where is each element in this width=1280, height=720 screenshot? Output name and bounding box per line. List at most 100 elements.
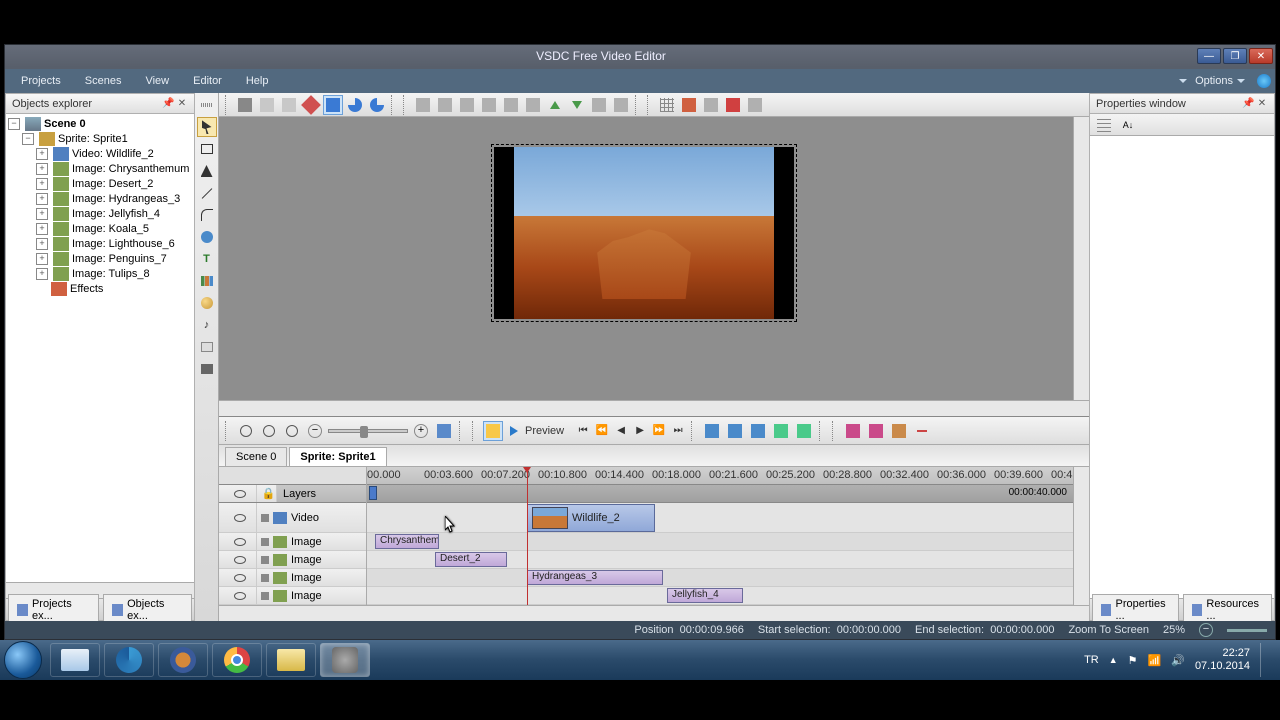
align-middle-icon[interactable] — [501, 95, 521, 115]
status-zoom-out-icon[interactable]: − — [1199, 623, 1213, 637]
align-left-icon[interactable] — [413, 95, 433, 115]
grid-icon[interactable] — [657, 95, 677, 115]
zoom-slider[interactable] — [328, 429, 408, 433]
track-area[interactable]: 00.00000:03.60000:07.20000:10.80000:14.4… — [367, 467, 1073, 605]
zoom-in-icon[interactable] — [236, 421, 256, 441]
track-visibility-icon[interactable] — [219, 587, 257, 604]
start-button[interactable] — [4, 641, 42, 679]
menu-editor[interactable]: Editor — [181, 71, 234, 91]
step-back-icon[interactable]: ◀ — [613, 423, 629, 439]
taskbar-vsdc[interactable] — [320, 643, 370, 677]
lock-col-icon[interactable]: 🔒 — [257, 485, 277, 502]
delete-icon[interactable] — [301, 95, 321, 115]
track-visibility-icon[interactable] — [219, 569, 257, 586]
sort-az-icon[interactable]: A↓ — [1118, 115, 1138, 135]
zoom-fit-icon[interactable] — [282, 421, 302, 441]
tray-volume-icon[interactable]: 🔊 — [1171, 654, 1185, 667]
align-top-icon[interactable] — [479, 95, 499, 115]
timeline-clip[interactable]: Hydrangeas_3 — [527, 570, 663, 585]
tl-align-2-icon[interactable] — [866, 421, 886, 441]
menu-view[interactable]: View — [133, 71, 181, 91]
tree-item[interactable]: +Image: Lighthouse_6 — [6, 236, 194, 251]
tree-item[interactable]: +Image: Jellyfish_4 — [6, 206, 194, 221]
snap-icon[interactable] — [679, 95, 699, 115]
tree-item[interactable]: +Video: Wildlife_2 — [6, 146, 194, 161]
align-right-icon[interactable] — [457, 95, 477, 115]
redo-icon[interactable] — [367, 95, 387, 115]
timeline-ruler[interactable]: 00.00000:03.60000:07.20000:10.80000:14.4… — [367, 467, 1073, 485]
taskbar-chrome[interactable] — [212, 643, 262, 677]
ruler-icon[interactable] — [701, 95, 721, 115]
zoom-minus-icon[interactable]: − — [305, 421, 325, 441]
taskbar-explorer[interactable] — [50, 643, 100, 677]
video-tool-icon[interactable] — [197, 359, 217, 379]
send-back-icon[interactable] — [567, 95, 587, 115]
menu-options[interactable]: Options — [1187, 71, 1253, 91]
line-tool-icon[interactable] — [197, 183, 217, 203]
taskbar-ie[interactable] — [104, 643, 154, 677]
menubar-dropdown-icon[interactable] — [1179, 79, 1187, 83]
tree-item[interactable]: +Image: Hydrangeas_3 — [6, 191, 194, 206]
tree-item[interactable]: +Image: Desert_2 — [6, 176, 194, 191]
tl-extra-2-icon[interactable] — [794, 421, 814, 441]
zoom-out-icon[interactable] — [259, 421, 279, 441]
tray-clock[interactable]: 22:27 07.10.2014 — [1195, 647, 1250, 673]
menu-help[interactable]: Help — [234, 71, 281, 91]
zoom-plus-icon[interactable]: + — [411, 421, 431, 441]
canvas-vscroll[interactable] — [1073, 117, 1089, 400]
visibility-col-icon[interactable] — [219, 485, 257, 502]
align-bottom-icon[interactable] — [523, 95, 543, 115]
pin-icon[interactable]: 📌 — [1242, 98, 1254, 110]
selection-icon[interactable] — [323, 95, 343, 115]
track-visibility-icon[interactable] — [219, 533, 257, 550]
first-frame-icon[interactable]: ⏮ — [575, 423, 591, 439]
track-visibility-icon[interactable] — [219, 503, 257, 532]
last-frame-icon[interactable]: ⏭ — [670, 423, 686, 439]
panel-close-icon[interactable]: ✕ — [176, 98, 188, 110]
tree-item[interactable]: +Image: Tulips_8 — [6, 266, 194, 281]
qat-dropdown-icon[interactable] — [105, 55, 113, 59]
tree-scene-root[interactable]: −Scene 0 — [6, 116, 194, 131]
timeline-vscroll[interactable] — [1073, 467, 1089, 605]
play-icon[interactable] — [510, 426, 518, 436]
counter-tool-icon[interactable] — [197, 337, 217, 357]
tb-extra-3-icon[interactable] — [723, 95, 743, 115]
tray-lang[interactable]: TR — [1084, 654, 1099, 666]
preview-canvas[interactable] — [219, 117, 1073, 400]
undo-icon[interactable] — [345, 95, 365, 115]
playhead-mode-icon[interactable] — [483, 421, 503, 441]
timeline-clip[interactable]: Chrysanthem — [375, 534, 439, 549]
track-label[interactable]: Image — [257, 551, 366, 568]
track-grip-icon[interactable] — [261, 514, 269, 522]
tb-extra-2-icon[interactable] — [611, 95, 631, 115]
maximize-button[interactable]: ❐ — [1223, 48, 1247, 64]
curve-tool-icon[interactable] — [197, 205, 217, 225]
help-icon[interactable] — [1257, 74, 1271, 88]
cut-icon[interactable] — [235, 95, 255, 115]
menu-scenes[interactable]: Scenes — [73, 71, 134, 91]
shape-tool-icon[interactable] — [197, 161, 217, 181]
split-icon[interactable] — [748, 421, 768, 441]
mark-in-icon[interactable] — [702, 421, 722, 441]
timeline-clip[interactable]: Jellyfish_4 — [667, 588, 743, 603]
timeline-clip[interactable]: Desert_2 — [435, 552, 507, 567]
text-tool-icon[interactable]: T — [197, 249, 217, 269]
taskbar-firefox[interactable] — [158, 643, 208, 677]
timeline-hscroll[interactable] — [219, 605, 1089, 621]
step-fwd-icon[interactable]: ▶ — [632, 423, 648, 439]
close-button[interactable]: ✕ — [1249, 48, 1273, 64]
menu-projects[interactable]: Projects — [9, 71, 73, 91]
tree-effects[interactable]: Effects — [6, 281, 194, 296]
track-visibility-icon[interactable] — [219, 551, 257, 568]
sphere-tool-icon[interactable] — [197, 293, 217, 313]
tree-item[interactable]: +Image: Koala_5 — [6, 221, 194, 236]
timeline-tab-scene[interactable]: Scene 0 — [225, 447, 287, 466]
tree-item[interactable]: +Image: Penguins_7 — [6, 251, 194, 266]
tl-extra-1-icon[interactable] — [771, 421, 791, 441]
tray-flag-icon[interactable]: ⚑ — [1128, 654, 1138, 667]
tl-align-3-icon[interactable] — [889, 421, 909, 441]
timeline-tab-sprite[interactable]: Sprite: Sprite1 — [289, 447, 386, 466]
tray-chevron-icon[interactable]: ▲ — [1109, 655, 1118, 665]
categorize-icon[interactable] — [1094, 115, 1114, 135]
qat-extra-icon[interactable] — [83, 49, 99, 65]
